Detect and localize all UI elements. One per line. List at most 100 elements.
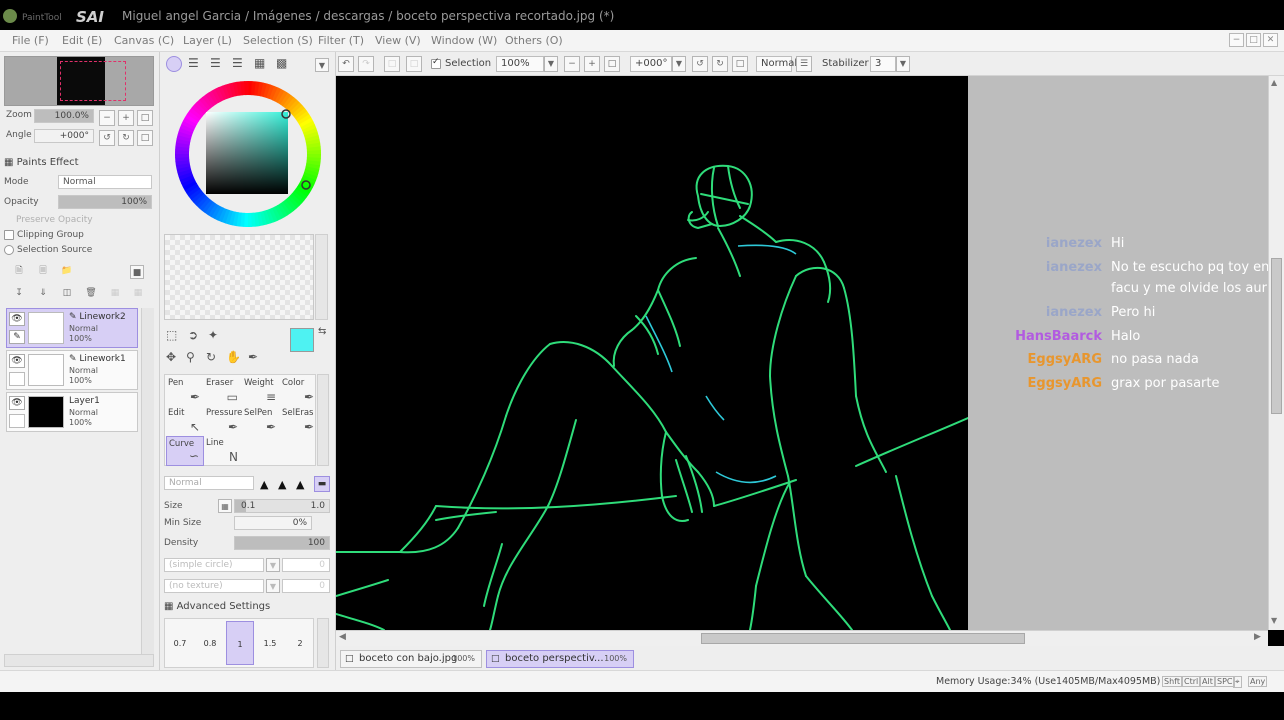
tool-selpen[interactable]: SelPen ✒ — [242, 406, 280, 436]
zoom-out-button[interactable]: − — [99, 110, 115, 126]
preset-size[interactable]: 1.5 — [256, 639, 284, 648]
canvas-zoom-reset-button[interactable]: □ — [604, 56, 620, 72]
vertical-scroll-thumb[interactable] — [1271, 258, 1282, 414]
canvas-vertical-scrollbar[interactable]: ▲ ▼ — [1268, 76, 1284, 630]
zoom-tool-icon[interactable]: ⚲ — [186, 350, 195, 364]
zoom-reset-button[interactable]: □ — [137, 110, 153, 126]
layer-visibility-icon[interactable]: 👁 — [9, 354, 25, 368]
layer-apply-icon[interactable]: ▦ — [130, 286, 146, 302]
scroll-right-icon[interactable]: ▶ — [1254, 632, 1261, 642]
preset-size[interactable]: 0.8 — [196, 639, 224, 648]
navigator-preview[interactable] — [4, 56, 154, 106]
layer-visibility-icon[interactable]: 👁 — [9, 312, 25, 326]
layer-item-linework1[interactable]: 👁 ✎ Linework1 Normal 100% — [6, 350, 138, 390]
layer-list-scrollbar[interactable] — [141, 308, 154, 658]
clear-layer-icon[interactable]: ◫ — [59, 286, 75, 302]
layer-lock-icon[interactable] — [9, 372, 25, 386]
view-mode-select[interactable]: Normal — [756, 56, 797, 72]
scratch-pad[interactable] — [164, 234, 314, 320]
menu-view[interactable]: View (V) — [375, 34, 421, 47]
maximize-button[interactable]: □ — [1246, 33, 1261, 47]
presets-scrollbar[interactable] — [317, 618, 329, 668]
swatches-tab-icon[interactable]: ▦ — [254, 56, 265, 70]
layer-list-hscrollbar[interactable] — [4, 654, 154, 667]
hand-tool-icon[interactable]: ✋ — [226, 350, 241, 364]
drawing-canvas[interactable] — [336, 76, 969, 630]
paints-effect-header[interactable]: ▦ Paints Effect — [4, 157, 79, 168]
deselect-button[interactable]: □ — [384, 56, 400, 72]
canvas-rotate-reset-button[interactable]: □ — [732, 56, 748, 72]
transfer-down-icon[interactable]: ↧ — [11, 286, 27, 302]
invert-selection-button[interactable]: □ — [406, 56, 422, 72]
rotate-right-button[interactable]: ↻ — [118, 130, 134, 146]
horizontal-scroll-thumb[interactable] — [701, 633, 1025, 644]
preset-size[interactable]: 0.7 — [166, 639, 194, 648]
new-layer-icon[interactable]: 🗎 — [11, 264, 27, 280]
brush-texture-dropdown[interactable]: ▼ — [266, 579, 280, 593]
menu-layer[interactable]: Layer (L) — [183, 34, 232, 47]
tab-boceto-perspectiva[interactable]: □ boceto perspectiv... 100% — [486, 650, 634, 668]
angle-dropdown[interactable]: ▼ — [672, 56, 686, 72]
color-panel-dropdown[interactable]: ▼ — [315, 58, 329, 72]
menu-window[interactable]: Window (W) — [431, 34, 497, 47]
tool-color[interactable]: Color ✒ — [280, 376, 318, 406]
menu-others[interactable]: Others (O) — [505, 34, 563, 47]
new-linework-layer-icon[interactable]: 🗏 — [35, 264, 51, 280]
scroll-up-icon[interactable]: ▲ — [1271, 78, 1277, 87]
scroll-left-icon[interactable]: ◀ — [339, 632, 346, 642]
tool-curve[interactable]: Curve ∽ — [166, 436, 204, 466]
scratch-pad-scrollbar[interactable] — [315, 234, 328, 320]
canvas-horizontal-scrollbar[interactable]: ◀ ▶ — [336, 630, 1268, 646]
tool-weight[interactable]: Weight ≡ — [242, 376, 280, 406]
zoom-slider[interactable]: 100.0% — [34, 109, 94, 123]
layer-property-icon[interactable]: ▦ — [107, 286, 123, 302]
density-slider[interactable]: 100 — [234, 536, 330, 550]
new-folder-icon[interactable]: 📁 — [59, 264, 75, 280]
delete-layer-icon[interactable]: 🗑 — [83, 286, 99, 302]
rotate-reset-button[interactable]: □ — [137, 130, 153, 146]
brush-shape-strength[interactable]: 0 — [282, 558, 330, 572]
flip-view-button[interactable]: ☰ — [796, 56, 812, 72]
menu-filter[interactable]: Filter (T) — [318, 34, 364, 47]
size-scale-button[interactable]: ▦ — [218, 499, 232, 513]
menu-edit[interactable]: Edit (E) — [62, 34, 102, 47]
canvas-angle-select[interactable]: +000° — [630, 56, 672, 72]
rotate-left-button[interactable]: ↺ — [99, 130, 115, 146]
lasso-icon[interactable]: ➲ — [188, 328, 198, 342]
scroll-down-icon[interactable]: ▼ — [1271, 616, 1277, 625]
canvas-zoom-in-button[interactable]: + — [584, 56, 600, 72]
preset-size-selected[interactable]: 1 — [226, 621, 254, 665]
brush-texture-strength[interactable]: 0 — [282, 579, 330, 593]
scratchpad-tab-icon[interactable]: ▩ — [276, 56, 287, 70]
brush-texture-select[interactable]: (no texture) — [164, 579, 264, 593]
brush-shape-select[interactable]: (simple circle) — [164, 558, 264, 572]
tool-seleras[interactable]: SelEras ✒ — [280, 406, 318, 436]
rect-select-icon[interactable]: ⬚ — [166, 328, 177, 342]
layer-item-linework2[interactable]: 👁 ✎ ✎ Linework2 Normal 100% — [6, 308, 138, 348]
layer-lock-icon[interactable] — [9, 414, 25, 428]
zoom-in-button[interactable]: + — [118, 110, 134, 126]
swap-colors-icon[interactable]: ⇆ — [318, 326, 326, 337]
edge-soft-icon[interactable]: ▲ — [296, 478, 304, 491]
tool-edit[interactable]: Edit ↖ — [166, 406, 204, 436]
canvas-rotate-left-button[interactable]: ↺ — [692, 56, 708, 72]
close-button[interactable]: ✕ — [1263, 33, 1278, 47]
tool-pressure[interactable]: Pressure ✒ — [204, 406, 242, 436]
rotate-tool-icon[interactable]: ↻ — [206, 350, 216, 364]
clipping-group-checkbox[interactable] — [4, 230, 14, 240]
brush-mode-select[interactable]: Normal — [164, 476, 254, 490]
minimize-button[interactable]: − — [1229, 33, 1244, 47]
rgb-slider-tab-icon[interactable]: ☰ — [188, 56, 199, 70]
edge-medium-icon[interactable]: ▲ — [278, 478, 286, 491]
zoom-dropdown[interactable]: ▼ — [544, 56, 558, 72]
menu-canvas[interactable]: Canvas (C) — [114, 34, 174, 47]
canvas-zoom-out-button[interactable]: − — [564, 56, 580, 72]
layer-mask-icon[interactable]: ■ — [130, 265, 144, 279]
size-slider[interactable]: 0.1 1.0 — [234, 499, 330, 513]
eyedropper-icon[interactable]: ✒ — [248, 350, 258, 364]
canvas-zoom-select[interactable]: 100% — [496, 56, 544, 72]
brush-edge-selector[interactable]: ▲ ▲ ▲ ▬ — [260, 476, 330, 492]
layer-item-layer1[interactable]: 👁 Layer1 Normal 100% — [6, 392, 138, 432]
merge-down-icon[interactable]: ⇓ — [35, 286, 51, 302]
layer-visibility-icon[interactable]: 👁 — [9, 396, 25, 410]
